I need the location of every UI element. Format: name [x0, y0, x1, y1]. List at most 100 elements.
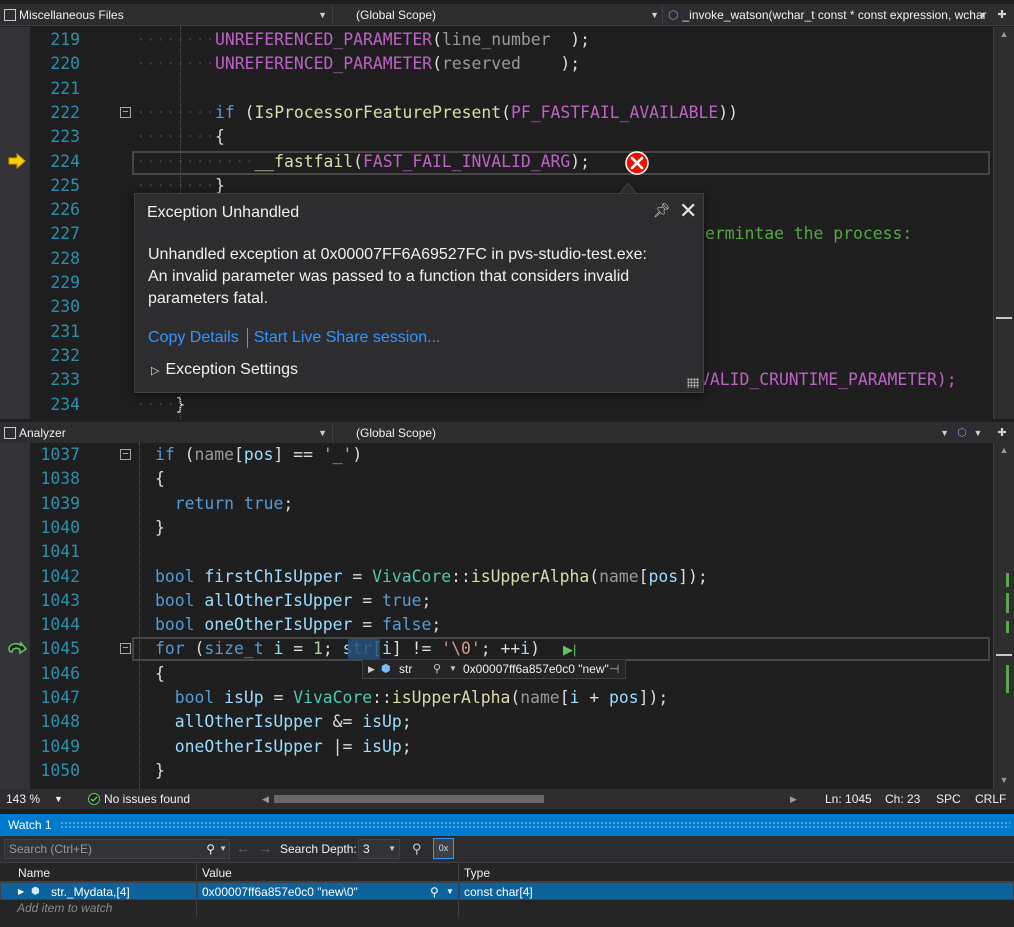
chevron-down-icon: ▼	[978, 10, 987, 20]
code-token: ]);	[638, 688, 669, 707]
type-column-header[interactable]: Type	[464, 863, 490, 883]
collapse-region-icon[interactable]: −	[120, 107, 131, 118]
member-dropdown[interactable]: ⬡ _invoke_watson(wchar_t const * const ex…	[664, 6, 990, 24]
code-token: bool	[174, 688, 215, 707]
split-plus-icon[interactable]: ✚	[994, 424, 1010, 442]
scroll-left-icon[interactable]: ◀	[262, 789, 269, 809]
code-line[interactable]: 1047 bool isUp = VivaCore::isUpperAlpha(…	[0, 686, 993, 710]
chevron-down-icon[interactable]: ▼	[449, 660, 457, 678]
line-number: 1046	[40, 663, 80, 683]
horizontal-scrollbar-thumb[interactable]	[274, 795, 544, 803]
zoom-level[interactable]: 143 %	[6, 789, 40, 809]
watch-search-input[interactable]: Search (Ctrl+E) ⚲ ▼	[4, 839, 230, 859]
collapse-region-icon[interactable]: −	[120, 643, 131, 654]
chevron-down-icon[interactable]: ▼	[219, 840, 227, 858]
datatip[interactable]: ▶ ⬢ str ⚲ ▼ 0x00007ff6a857e0c0 "new" ⊣	[362, 659, 626, 679]
watch-window: Watch 1 Search (Ctrl+E) ⚲ ▼ ← → Search D…	[0, 814, 1014, 927]
code-line[interactable]: 1040}	[0, 516, 993, 540]
search-depth-select[interactable]: 3 ▼	[358, 839, 400, 859]
pin-icon[interactable]: 📌︎	[653, 202, 671, 219]
code-line[interactable]: 1041	[0, 540, 993, 564]
code-line[interactable]: 222 ········if (IsProcessorFeaturePresent…	[0, 101, 993, 125]
watch-row[interactable]: ▶ ⬢ str._Mydata,[4] 0x00007ff6a857e0c0 "…	[0, 882, 1014, 900]
search-icon[interactable]: ⚲	[206, 840, 215, 858]
code-token: {	[155, 663, 165, 683]
chevron-down-icon: ▼	[650, 10, 659, 20]
name-column-header[interactable]: Name	[18, 863, 50, 883]
code-line[interactable]: 223 ········{	[0, 125, 993, 149]
collapse-region-icon[interactable]: −	[120, 449, 131, 460]
magnifier-icon[interactable]: ⚲	[430, 883, 439, 901]
code-line[interactable]: 1049 oneOtherIsUpper |= isUp;	[0, 735, 993, 759]
code-line[interactable]: 234 ····}	[0, 393, 993, 417]
value-column-header[interactable]: Value	[202, 863, 232, 883]
code-line[interactable]: 1042 bool firstChIsUpper = VivaCore::isUp…	[0, 565, 993, 589]
code-line[interactable]: 1048 allOtherIsUpper &= isUp;	[0, 710, 993, 734]
chevron-down-icon[interactable]: ▼	[54, 789, 63, 809]
watch-value-cell[interactable]: 0x00007ff6a857e0c0 "new\0" ⚲ ▼	[197, 882, 459, 900]
line-number: 1045	[40, 639, 80, 659]
forward-arrow-icon[interactable]: →	[258, 840, 272, 856]
scope-dropdown[interactable]: (Global Scope) ▼	[352, 424, 952, 442]
exception-settings-expander[interactable]: ▷ Exception Settings	[151, 361, 298, 379]
copy-details-link[interactable]: Copy Details	[148, 329, 239, 346]
code-token: (	[501, 102, 512, 122]
resize-grip-icon[interactable]	[687, 378, 699, 388]
split-plus-icon[interactable]: ✚	[994, 6, 1010, 24]
scroll-right-icon[interactable]: ▶	[790, 789, 797, 809]
code-line[interactable]: 1043 bool allOtherIsUpper = true;	[0, 589, 993, 613]
file-icon	[4, 427, 16, 439]
back-arrow-icon[interactable]: ←	[236, 840, 250, 856]
run-to-click-icon[interactable]: ▶|	[563, 642, 576, 658]
code-line[interactable]: 1044 bool oneOtherIsUpper = false;	[0, 613, 993, 637]
expand-triangle-icon[interactable]: ▶	[368, 660, 375, 678]
code-line[interactable]: 1039 return true;	[0, 492, 993, 516]
code-token: name	[194, 445, 234, 464]
chevron-down-icon[interactable]: ▼	[970, 424, 986, 442]
scroll-up-icon[interactable]: ▲	[994, 29, 1014, 39]
whitespace-dots: ····	[136, 394, 176, 414]
bottom-vertical-scrollbar[interactable]: ▲ ▼	[993, 443, 1014, 789]
code-token: isUp	[362, 736, 402, 756]
whitespace-status[interactable]: SPC	[936, 789, 961, 809]
code-line[interactable]: 221	[0, 77, 993, 101]
code-token: }	[155, 760, 165, 780]
watch-title-bar[interactable]: Watch 1	[0, 814, 1014, 836]
line-number: 226	[50, 200, 80, 220]
add-watch-row[interactable]: Add item to watch	[0, 900, 1014, 917]
top-vertical-scrollbar[interactable]: ▲	[993, 27, 1014, 419]
live-share-link[interactable]: Start Live Share session...	[254, 329, 441, 346]
code-line[interactable]: 1037 if (name[pos] == '_')	[0, 443, 993, 467]
chevron-down-icon[interactable]: ▼	[446, 883, 454, 901]
scroll-down-icon[interactable]: ▼	[994, 775, 1014, 785]
code-text: ····}	[136, 393, 185, 417]
bottom-code-editor[interactable]: 1037 if (name[pos] == '_') 1038{1039 retur…	[0, 443, 1014, 789]
code-text: return true;	[155, 492, 293, 516]
line-number: 219	[50, 30, 80, 49]
scope-dropdown[interactable]: (Global Scope) ▼	[352, 6, 662, 24]
project-dropdown[interactable]: Analyzer ▼	[0, 424, 330, 442]
code-line[interactable]: 1050}	[0, 759, 993, 783]
project-dropdown[interactable]: Miscellaneous Files ▼	[0, 6, 330, 24]
method-icon[interactable]: ⬡	[954, 424, 970, 442]
code-token: i	[569, 688, 580, 707]
close-icon[interactable]: ✕	[679, 198, 697, 224]
code-line[interactable]: 220 ········UNREFERENCED_PARAMETER(reserv…	[0, 52, 993, 76]
magnifier-icon[interactable]: ⚲	[433, 660, 441, 678]
hex-display-button[interactable]: 0x	[433, 838, 454, 859]
issues-status[interactable]: No issues found	[104, 789, 190, 809]
line-number: 1050	[40, 760, 80, 780]
scroll-up-icon[interactable]: ▲	[994, 445, 1014, 455]
expand-triangle-icon[interactable]: ▶	[18, 883, 24, 901]
code-line[interactable]: 1038 {	[0, 467, 993, 491]
code-token: ::	[372, 688, 392, 707]
pin-icon[interactable]: ⊣	[609, 660, 619, 678]
code-line[interactable]: 219 ········UNREFERENCED_PARAMETER(line_n…	[0, 28, 993, 52]
filter-pin-icon[interactable]: ⚲	[412, 841, 422, 857]
watch-name-cell[interactable]: ▶ ⬢ str._Mydata,[4]	[0, 882, 197, 900]
watch-type-cell[interactable]: const char[4]	[459, 882, 1014, 900]
line-ending-status[interactable]: CRLF	[975, 789, 1006, 809]
code-token: =	[342, 566, 373, 586]
line-number: 1047	[40, 688, 80, 707]
